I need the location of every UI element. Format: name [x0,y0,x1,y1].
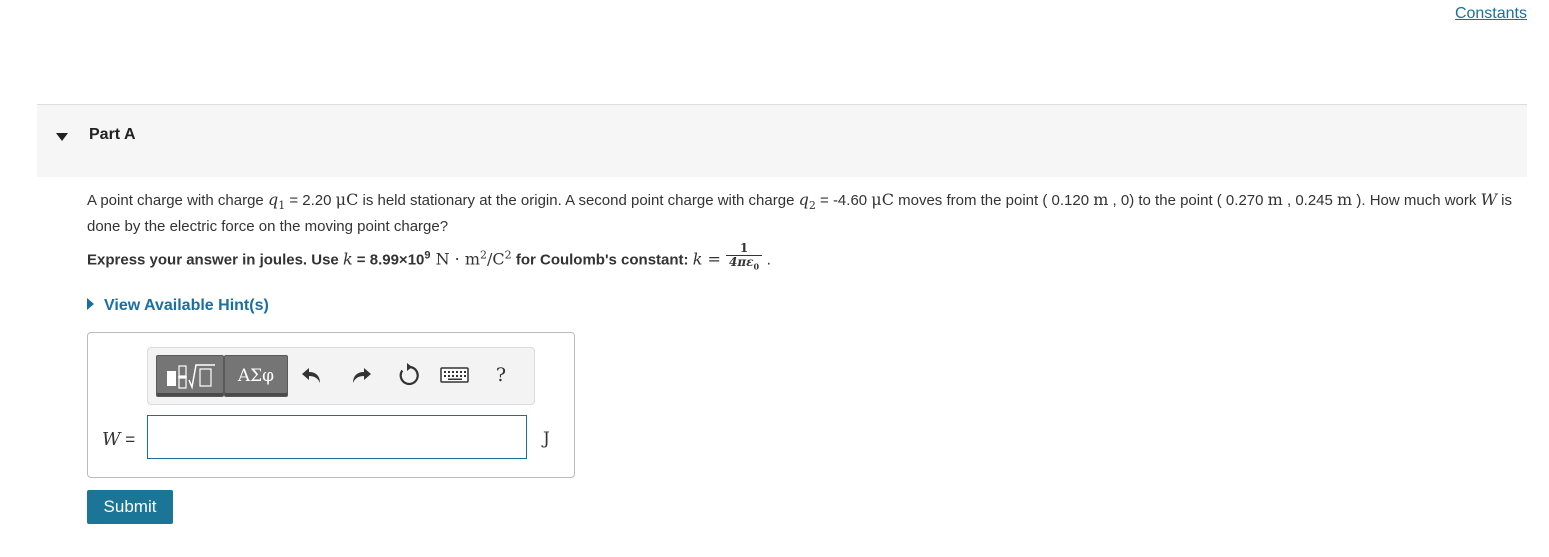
greek-symbols-icon[interactable]: ΑΣφ [224,355,288,397]
reset-icon[interactable] [395,362,421,388]
answer-instructions: Express your answer in joules. Use k = 8… [87,241,771,273]
answer-variable-label: W = [102,429,136,450]
q1-symbol: q [267,190,279,209]
question-text: A point charge with charge q1 = 2.20 μC … [87,190,1513,235]
constants-link[interactable]: Constants [1455,5,1527,23]
keyboard-icon[interactable] [440,362,470,388]
undo-icon[interactable] [299,362,325,388]
help-icon[interactable]: ? [488,362,514,388]
submit-button[interactable]: Submit [87,490,173,524]
w-symbol: W [1480,190,1498,209]
q2-symbol: q [798,190,809,209]
part-header[interactable]: Part A [37,105,1527,177]
answer-box: ΑΣφ ? W = J [87,332,575,478]
redo-icon[interactable] [348,362,374,388]
part-title: Part A [89,126,136,143]
answer-input[interactable] [147,415,527,459]
coulomb-fraction: 1 4πε0 [726,242,763,273]
templates-icon[interactable] [156,355,224,397]
view-hints-link[interactable]: View Available Hint(s) [87,297,269,315]
expand-caret-icon [87,298,94,310]
math-toolbar: ΑΣφ ? [147,347,535,405]
collapse-caret-icon[interactable] [56,133,68,141]
unit-label: J [543,429,550,449]
